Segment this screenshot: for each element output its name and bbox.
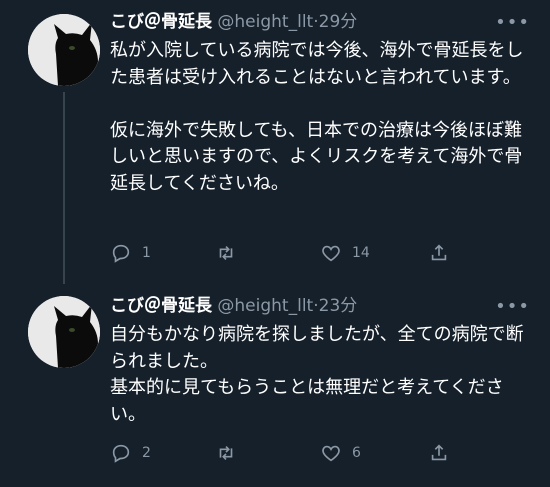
tweet-text: 自分もかなり病院を探しましたが、全ての病院で断られました。 基本的に見てもらうこ… (110, 324, 524, 425)
tweet-header: こび＠骨延長 @height_llt·23分 (110, 294, 357, 318)
retweet-button[interactable] (215, 242, 247, 264)
share-icon (431, 244, 447, 261)
heart-icon (322, 245, 340, 262)
more-icon[interactable]: ••• (495, 12, 530, 33)
display-name[interactable]: こび＠骨延長 (110, 12, 212, 32)
black-cat-avatar-image (28, 14, 100, 86)
tweet-actions: 2 6 (110, 442, 460, 468)
avatar[interactable] (28, 296, 100, 368)
avatar[interactable] (28, 14, 100, 86)
heart-icon (322, 445, 340, 462)
reply-button[interactable]: 2 (110, 442, 151, 464)
share-button[interactable] (428, 442, 450, 464)
black-cat-avatar-image (28, 296, 100, 368)
like-button[interactable]: 14 (320, 242, 370, 264)
tweet[interactable]: こび＠骨延長 @height_llt·29分 ••• 私が入院している病院では今… (0, 0, 550, 284)
retweet-icon (219, 245, 233, 261)
reply-button[interactable]: 1 (110, 242, 151, 264)
reply-icon (112, 244, 130, 263)
display-name[interactable]: こび＠骨延長 (110, 296, 212, 316)
reply-icon (112, 444, 130, 463)
retweet-button[interactable] (215, 442, 247, 464)
tweet-text: 私が入院している病院では今後、海外で骨延長をした患者は受け入れることはないと言わ… (110, 40, 524, 194)
user-handle[interactable]: @height_llt (217, 12, 313, 32)
tweet-header: こび＠骨延長 @height_llt·29分 (110, 10, 357, 34)
timestamp[interactable]: 23分 (319, 296, 358, 316)
reply-count: 1 (142, 245, 151, 261)
timestamp[interactable]: 29分 (319, 12, 358, 32)
share-icon (431, 444, 447, 461)
tweet-actions: 1 14 (110, 242, 460, 268)
like-button[interactable]: 6 (320, 442, 361, 464)
retweet-icon (219, 445, 233, 461)
reply-count: 2 (142, 445, 151, 461)
like-count: 6 (352, 445, 361, 461)
share-button[interactable] (428, 242, 450, 264)
more-icon[interactable]: ••• (495, 296, 530, 317)
user-handle[interactable]: @height_llt (217, 296, 313, 316)
tweet[interactable]: こび＠骨延長 @height_llt·23分 ••• 自分もかなり病院を探しまし… (0, 284, 550, 487)
like-count: 14 (352, 245, 370, 261)
thread-line (63, 92, 65, 284)
